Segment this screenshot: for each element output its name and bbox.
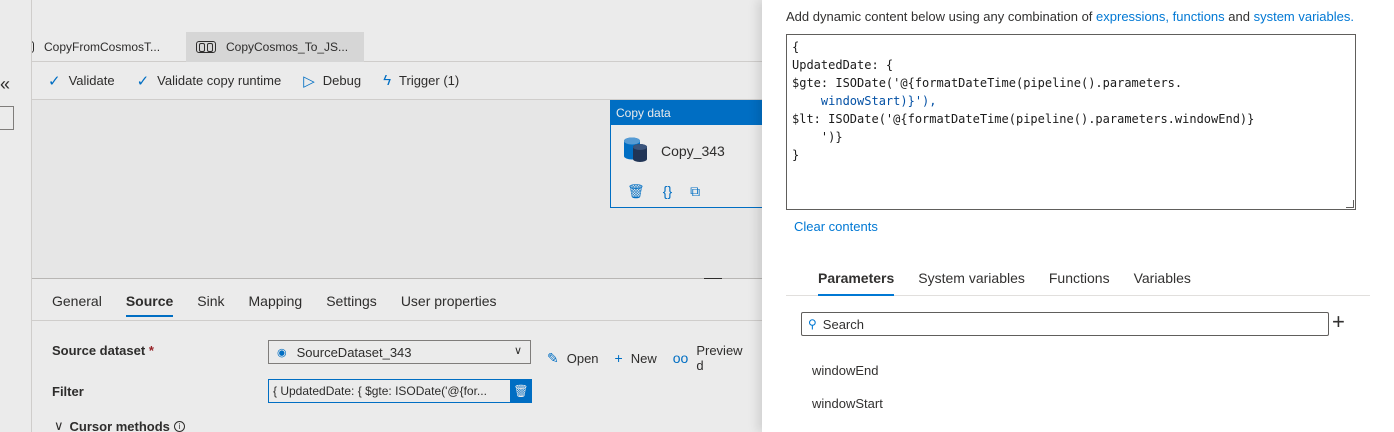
tab-mapping[interactable]: Mapping — [249, 293, 303, 317]
factory-resources-gutter: « — [0, 0, 32, 432]
delete-icon[interactable]: 🗑 — [510, 380, 532, 402]
copy-activity[interactable]: Copy data Copy_343 🗑 {} ⧉ — [610, 100, 762, 208]
hint-text: Add dynamic content below using any comb… — [786, 9, 1097, 24]
dataset-actions: ✎ Open + New oo Preview d — [547, 343, 762, 373]
resource-box[interactable] — [0, 106, 14, 130]
trigger-button[interactable]: ϟ Trigger (1) — [383, 72, 459, 89]
lightning-icon: ϟ — [383, 72, 392, 89]
parameter-search: ⚲ — [801, 312, 1329, 336]
properties-tabs: General Source Sink Mapping Settings Use… — [52, 293, 521, 317]
database-icon — [624, 137, 647, 162]
tab-label: CopyCosmos_To_JS... — [226, 40, 349, 54]
source-dataset-text: Source dataset — [52, 343, 146, 358]
tab-system-variables[interactable]: System variables — [918, 264, 1025, 296]
source-dataset-dropdown[interactable]: ◉ SourceDataset_343 ∨ — [268, 340, 531, 364]
pipeline-designer: CopyFromCosmosT... CopyCosmos_To_JS... «… — [0, 0, 762, 432]
tab-parameters[interactable]: Parameters — [818, 264, 895, 296]
debug-button[interactable]: ▷ Debug — [303, 72, 361, 90]
parameter-item[interactable]: windowEnd — [812, 363, 879, 378]
dataset-icon: ◉ — [277, 346, 287, 359]
copy-icon[interactable]: ⧉ — [690, 183, 700, 200]
code-line: $gte: ISODate('@{formatDateTime(pipeline… — [792, 76, 1183, 90]
info-icon[interactable]: i — [173, 420, 185, 432]
chevron-down-icon: ∨ — [54, 418, 64, 432]
expression-code: { UpdatedDate: { $gte: ISODate('@{format… — [792, 38, 1254, 164]
expressions-functions-link[interactable]: expressions, functions — [1096, 9, 1225, 24]
filter-label: Filter — [52, 384, 84, 399]
code-icon[interactable]: {} — [663, 183, 672, 200]
activity-properties: General Source Sink Mapping Settings Use… — [32, 279, 762, 432]
filter-input[interactable]: { UpdatedDate: { $gte: ISODate('@{for... — [268, 379, 532, 403]
expression-editor[interactable]: { UpdatedDate: { $gte: ISODate('@{format… — [786, 34, 1356, 210]
parameter-item[interactable]: windowStart — [812, 396, 883, 411]
code-line: } — [792, 148, 800, 162]
checkmark-icon: ✓ — [48, 72, 61, 90]
plus-icon: + — [614, 350, 623, 366]
activity-name: Copy_343 — [661, 143, 725, 159]
preview-data-button[interactable]: oo Preview d — [673, 343, 746, 373]
new-label: New — [630, 350, 657, 366]
play-icon: ▷ — [303, 72, 315, 90]
tab-sink[interactable]: Sink — [197, 293, 224, 317]
dynamic-content-hint: Add dynamic content below using any comb… — [786, 9, 1354, 24]
open-dataset-button[interactable]: ✎ Open — [547, 343, 599, 373]
code-line: ')} — [792, 130, 843, 144]
code-line: UpdatedDate: { — [792, 58, 894, 72]
activity-actions: 🗑 {} ⧉ — [627, 183, 718, 200]
tab-copy-cosmos-to-json[interactable]: CopyCosmos_To_JS... — [186, 32, 364, 62]
tab-settings[interactable]: Settings — [326, 293, 377, 317]
open-label: Open — [566, 350, 599, 366]
resize-handle[interactable] — [1346, 200, 1354, 208]
pipeline-icon — [196, 41, 216, 53]
chevron-down-icon: ∨ — [513, 345, 522, 357]
search-icon: ⚲ — [808, 317, 817, 331]
pipeline-tabs: CopyFromCosmosT... CopyCosmos_To_JS... — [0, 32, 762, 62]
dataset-value: SourceDataset_343 — [296, 344, 412, 360]
code-line: windowStart)}'), — [792, 94, 937, 108]
preview-label: Preview d — [696, 343, 743, 373]
content-tabs: Parameters System variables Functions Va… — [786, 264, 1370, 296]
tab-copy-from-cosmos[interactable]: CopyFromCosmosT... — [14, 32, 184, 62]
validate-copy-runtime-button[interactable]: ✓ Validate copy runtime — [137, 72, 282, 90]
new-dataset-button[interactable]: + New — [615, 343, 657, 373]
hint-text: and — [1224, 9, 1254, 24]
dynamic-content-panel: Add dynamic content below using any comb… — [762, 0, 1394, 432]
code-line: $lt: ISODate('@{formatDateTime(pipeline(… — [792, 112, 1255, 126]
activity-type-label: Copy data — [611, 101, 762, 125]
tabs-divider — [32, 320, 762, 321]
debug-label: Debug — [322, 73, 362, 88]
tab-variables[interactable]: Variables — [1134, 264, 1191, 296]
system-variables-link[interactable]: system variables. — [1254, 9, 1354, 24]
validate-runtime-label: Validate copy runtime — [157, 73, 282, 88]
search-input[interactable] — [822, 316, 1303, 332]
add-parameter-icon[interactable]: + — [1332, 310, 1345, 334]
cursor-methods-label: Cursor methods — [69, 418, 170, 432]
clear-contents-link[interactable]: Clear contents — [794, 219, 878, 234]
delete-icon[interactable]: 🗑 — [627, 183, 645, 200]
validate-label: Validate — [68, 73, 115, 88]
validate-button[interactable]: ✓ Validate — [48, 72, 115, 90]
pipeline-toolbar: ✓ Validate ✓ Validate copy runtime ▷ Deb… — [32, 62, 762, 100]
tab-functions[interactable]: Functions — [1049, 264, 1110, 296]
tab-source[interactable]: Source — [125, 293, 174, 317]
cursor-methods-toggle[interactable]: ∨ Cursor methods i — [54, 418, 185, 432]
pencil-icon: ✎ — [547, 349, 559, 366]
required-marker: * — [148, 343, 154, 358]
tab-user-properties[interactable]: User properties — [401, 293, 497, 317]
source-dataset-label: Source dataset * — [52, 343, 154, 358]
tab-label: CopyFromCosmosT... — [44, 40, 161, 54]
glasses-icon: oo — [672, 350, 689, 366]
tab-general[interactable]: General — [52, 293, 102, 317]
trigger-label: Trigger (1) — [399, 73, 460, 88]
collapse-panel-icon[interactable]: « — [0, 74, 10, 95]
code-line: { — [792, 40, 800, 54]
checkmark-icon: ✓ — [136, 72, 150, 90]
